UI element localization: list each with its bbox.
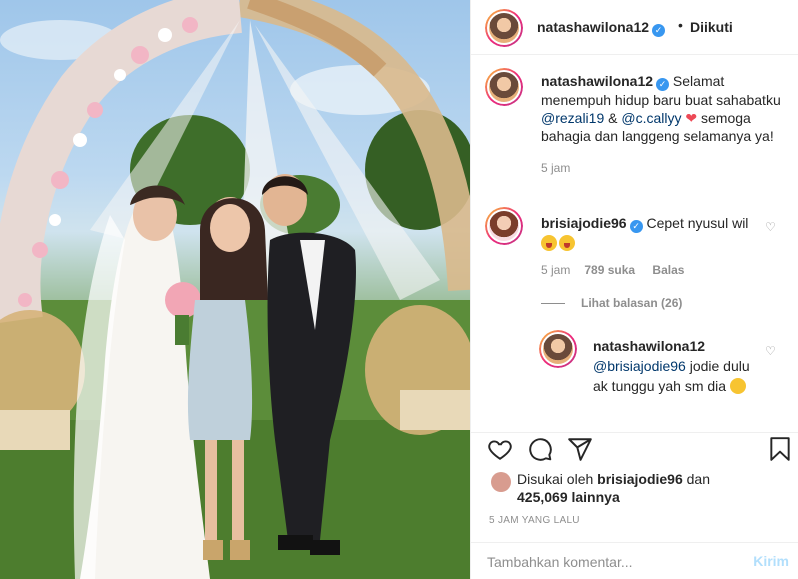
view-replies-label[interactable]: Lihat balasan (26)	[581, 296, 682, 310]
liked-by-avatar[interactable]	[491, 472, 511, 492]
verified-badge-icon: ✓	[652, 24, 666, 37]
mention-link[interactable]: @c.callyy	[621, 110, 681, 126]
reply-text: natashawilona12 @brisiajodie96 jodie dul…	[593, 336, 763, 396]
commenter-avatar[interactable]	[485, 207, 523, 245]
reply-username[interactable]: natashawilona12	[593, 338, 705, 354]
verified-badge-icon: ✓	[656, 78, 670, 91]
mention-link[interactable]: @brisiajodie96	[593, 358, 686, 374]
follow-status-button[interactable]: Diikuti	[690, 19, 733, 35]
caption-text: natashawilona12 ✓ Selamat menempuh hidup …	[541, 72, 787, 177]
comment-text: brisiajodie96 ✓ Cepet nyusul wil	[541, 213, 769, 253]
view-replies-button[interactable]: Lihat balasan (26)	[541, 296, 682, 310]
share-icon[interactable]	[567, 436, 593, 462]
caption-amp: &	[604, 110, 622, 126]
comment-input[interactable]	[485, 551, 739, 573]
reply-button[interactable]: Balas	[652, 263, 684, 277]
liked-by-suffix: dan	[682, 471, 710, 487]
comment-body: Cepet nyusul wil	[646, 215, 749, 231]
liked-by-text: Disukai oleh brisiajodie96 dan 425,069 l…	[517, 470, 710, 506]
actions-divider	[471, 432, 798, 434]
wedding-photo-illustration	[0, 0, 470, 579]
comment-bar: Kirim	[471, 542, 798, 579]
post-side-panel: natashawilona12 ✓ • Diikuti natashawilona…	[470, 0, 798, 579]
caption-age[interactable]: 5 jam	[541, 159, 787, 177]
caption-avatar[interactable]	[485, 68, 523, 106]
comment-age[interactable]: 5 jam	[541, 263, 570, 277]
separator-dot: •	[678, 17, 683, 33]
post-header: natashawilona12 ✓ • Diikuti	[471, 0, 798, 55]
reply-avatar[interactable]	[539, 330, 577, 368]
post-comment-button[interactable]: Kirim	[753, 553, 789, 569]
mention-link[interactable]: @rezali19	[541, 110, 604, 126]
author-username-text[interactable]: natashawilona12	[537, 19, 649, 35]
liked-by-others[interactable]: 425,069 lainnya	[517, 489, 620, 505]
replies-divider	[541, 303, 565, 305]
post-modal: natashawilona12 ✓ • Diikuti natashawilona…	[0, 0, 798, 579]
commenter-username[interactable]: brisiajodie96	[541, 215, 627, 231]
comment-meta: 5 jam 789 suka Balas	[541, 263, 698, 277]
author-username[interactable]: natashawilona12 ✓	[537, 19, 666, 37]
red-heart-emoji-icon: ❤	[685, 110, 698, 126]
caption-username[interactable]: natashawilona12	[541, 73, 653, 89]
author-avatar[interactable]	[485, 9, 523, 47]
post-timestamp[interactable]: 5 JAM YANG LALU	[489, 515, 580, 526]
post-photo[interactable]	[0, 0, 470, 579]
bookmark-icon[interactable]	[767, 436, 793, 462]
comment-icon[interactable]	[527, 436, 553, 462]
comment-likes[interactable]: 789 suka	[584, 263, 635, 277]
smile-emoji-icon	[729, 378, 746, 394]
reply-like-heart-icon[interactable]: ♡	[765, 344, 776, 358]
heart-icon[interactable]	[487, 436, 513, 462]
liked-by-prefix: Disukai oleh	[517, 471, 598, 487]
verified-badge-icon: ✓	[629, 220, 643, 233]
face-emoji-icon	[559, 235, 575, 251]
liked-by-user[interactable]: brisiajodie96	[597, 471, 683, 487]
comment-like-heart-icon[interactable]: ♡	[765, 220, 776, 234]
face-emoji-icon	[541, 235, 557, 251]
